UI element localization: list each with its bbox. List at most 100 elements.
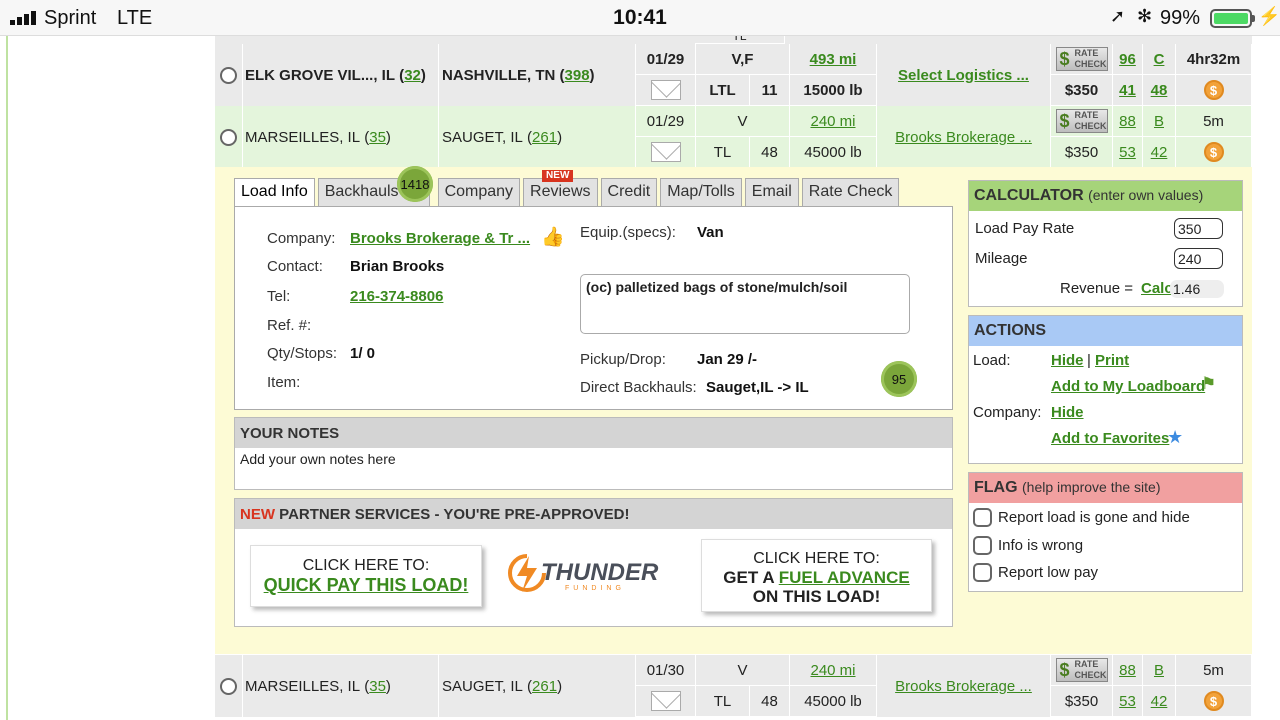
weight: 15000 lb: [790, 75, 877, 106]
quick-pay-button[interactable]: CLICK HERE TO: QUICK PAY THIS LOAD!: [250, 545, 482, 607]
days-to-pay-link[interactable]: 53: [1119, 144, 1136, 161]
row-select-radio[interactable]: [220, 128, 237, 146]
company-link[interactable]: Select Logistics ...: [898, 67, 1029, 84]
equipment: V: [696, 655, 790, 686]
tab-rate-check[interactable]: Rate Check: [801, 178, 900, 207]
tab-email[interactable]: Email: [744, 178, 799, 207]
grade-link[interactable]: B: [1154, 113, 1164, 130]
grade2-link[interactable]: 48: [1151, 82, 1168, 99]
origin-cell: MARSEILLES, IL (35): [243, 655, 439, 717]
miles-link[interactable]: 240 mi: [810, 662, 855, 679]
backhauls-value: Sauget,IL -> IL: [706, 379, 809, 396]
equip-label: Equip.(specs):: [580, 224, 676, 241]
miles-link[interactable]: 240 mi: [810, 113, 855, 130]
fuel-top: CLICK HERE TO:: [753, 550, 880, 567]
table-row[interactable]: ELK GROVE VIL..., IL (32) NASHVILLE, TN …: [215, 44, 1252, 106]
flag-option-wrong[interactable]: Info is wrong: [973, 536, 1083, 555]
notes-text[interactable]: Add your own notes here: [235, 448, 952, 470]
rate-check-button[interactable]: $ RATE CHECK: [1055, 47, 1108, 71]
mileage-label: Mileage: [975, 250, 1028, 267]
equipment: V: [696, 106, 790, 137]
credit-score-link[interactable]: 88: [1119, 113, 1136, 130]
tab-company[interactable]: Company: [437, 178, 521, 207]
checkbox[interactable]: [973, 536, 992, 555]
origin-count-link[interactable]: 35: [369, 129, 386, 146]
fuel-advance-button[interactable]: CLICK HERE TO: GET A FUEL ADVANCE ON THI…: [701, 539, 932, 612]
partial-type: TL: [695, 36, 785, 44]
rate-check-button[interactable]: $ RATE CHECK: [1055, 109, 1108, 133]
flag-option-low-pay[interactable]: Report low pay: [973, 563, 1098, 582]
length: 11: [750, 75, 790, 106]
row-select-radio[interactable]: [220, 66, 237, 84]
table-row-partial: TL: [215, 36, 1252, 44]
tab-credit[interactable]: Credit: [600, 178, 658, 207]
quick-pay-link[interactable]: QUICK PAY THIS LOAD!: [251, 575, 481, 596]
quickpay-coin-icon[interactable]: $: [1203, 80, 1224, 100]
company-name-link[interactable]: Brooks Brokerage & Tr ...: [350, 230, 530, 247]
hide-load-link[interactable]: Hide: [1051, 352, 1084, 369]
qty-label: Qty/Stops:: [267, 345, 338, 362]
add-to-favorites-link[interactable]: Add to Favorites: [1051, 430, 1169, 447]
fuel-advance-link[interactable]: FUEL ADVANCE: [779, 568, 910, 587]
load-type: TL: [696, 137, 750, 168]
revenue-label: Revenue =: [1060, 280, 1133, 297]
add-to-loadboard-link[interactable]: Add to My Loadboard: [1051, 378, 1205, 395]
miles-link[interactable]: 493 mi: [810, 51, 857, 68]
bluetooth-icon: ✻: [1137, 6, 1153, 26]
origin-city: ELK GROVE VIL..., IL: [245, 66, 396, 84]
ios-status-bar: Sprint LTE 10:41 ➚ ✻ 99% ⚡: [0, 0, 1280, 36]
quick-pay-top: CLICK HERE TO:: [302, 557, 430, 574]
days-to-pay-link[interactable]: 53: [1119, 693, 1136, 710]
table-row[interactable]: MARSEILLES, IL (35) SAUGET, IL (261) 01/…: [215, 655, 1252, 717]
mileage-input[interactable]: 240: [1174, 248, 1223, 269]
row-select-radio[interactable]: [220, 677, 237, 695]
credit-score-link[interactable]: 88: [1119, 662, 1136, 679]
actions-header: ACTIONS: [969, 316, 1242, 346]
pay-rate-label: Load Pay Rate: [975, 220, 1075, 237]
credit-score-link[interactable]: 96: [1119, 51, 1136, 68]
flag-option-gone[interactable]: Report load is gone and hide: [973, 508, 1190, 527]
actions-box: ACTIONS Load: Hide | Print Add to My Loa…: [968, 315, 1243, 464]
thumbs-up-icon[interactable]: 👍: [541, 225, 565, 249]
dest-count-link[interactable]: 261: [532, 678, 557, 695]
charging-icon: ⚡: [1258, 6, 1280, 26]
print-load-link[interactable]: Print: [1095, 352, 1129, 369]
origin-count-link[interactable]: 32: [404, 67, 421, 84]
dest-city: NASHVILLE, TN: [442, 66, 556, 84]
table-row-selected[interactable]: MARSEILLES, IL (35) SAUGET, IL (261) 01/…: [215, 106, 1252, 168]
notes-box[interactable]: YOUR NOTES Add your own notes here: [234, 417, 953, 490]
checkbox[interactable]: [973, 508, 992, 527]
detail-tabs: Load Info Backhauls Company NEW Reviews C…: [234, 170, 900, 207]
fuel-middle: GET A FUEL ADVANCE: [723, 568, 910, 587]
origin-count-link[interactable]: 35: [369, 678, 386, 695]
calc-link[interactable]: Calc: [1141, 280, 1173, 297]
email-envelope-icon[interactable]: [650, 142, 681, 162]
location-icon: ➚: [1110, 6, 1126, 26]
grade2-link[interactable]: 42: [1151, 693, 1168, 710]
rate-check-button[interactable]: $ RATE CHECK: [1055, 658, 1108, 682]
tab-load-info[interactable]: Load Info: [234, 178, 315, 207]
tab-map-tolls[interactable]: Map/Tolls: [660, 178, 742, 207]
rate: $350: [1051, 686, 1113, 717]
grade2-link[interactable]: 42: [1151, 144, 1168, 161]
dest-count-link[interactable]: 261: [532, 129, 557, 146]
grade-link[interactable]: C: [1154, 51, 1165, 68]
pickup-label: Pickup/Drop:: [580, 351, 666, 368]
hide-company-link[interactable]: Hide: [1051, 404, 1084, 421]
pay-rate-input[interactable]: 350: [1174, 218, 1223, 239]
dest-count-link[interactable]: 398: [565, 67, 590, 84]
phone-link[interactable]: 216-374-8806: [350, 288, 443, 305]
days-to-pay-link[interactable]: 41: [1119, 82, 1136, 99]
email-envelope-icon[interactable]: [650, 691, 681, 711]
company-link[interactable]: Brooks Brokerage ...: [895, 678, 1032, 695]
email-envelope-icon[interactable]: [650, 80, 681, 100]
quickpay-coin-icon[interactable]: $: [1203, 691, 1224, 711]
battery-icon: [1210, 9, 1255, 28]
dest-cell: SAUGET, IL (261): [439, 106, 636, 168]
grade-link[interactable]: B: [1154, 662, 1164, 679]
company-link[interactable]: Brooks Brokerage ...: [895, 129, 1032, 146]
tab-reviews[interactable]: NEW Reviews: [523, 170, 598, 207]
quickpay-coin-icon[interactable]: $: [1203, 142, 1224, 162]
checkbox[interactable]: [973, 563, 992, 582]
length: 48: [750, 137, 790, 168]
